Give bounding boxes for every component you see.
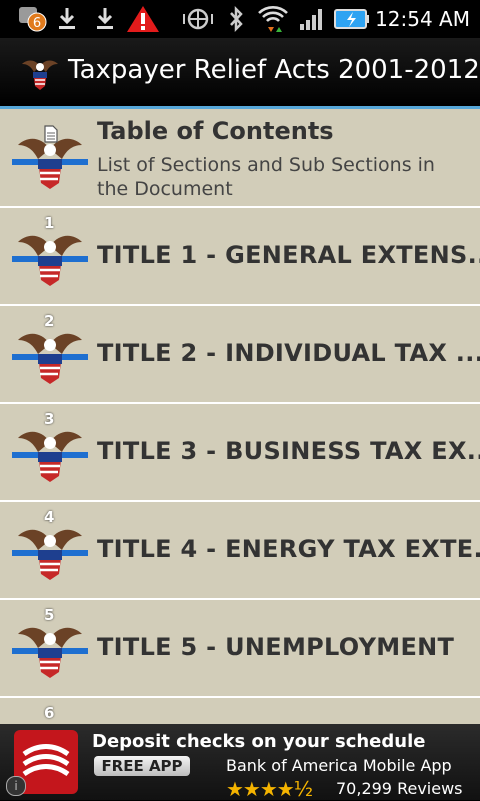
ad-advertiser: Bank of America Mobile App (226, 756, 452, 775)
section-title: TITLE 3 - BUSINESS TAX EX... (97, 437, 480, 465)
section-number: 2 (44, 312, 55, 330)
section-title: TITLE 4 - ENERGY TAX EXTE... (97, 535, 480, 563)
app-bar: Taxpayer Relief Acts 2001-2012 (0, 38, 480, 109)
toc-subtitle: List of Sections and Sub Sections in the… (97, 154, 435, 200)
notification-badge-icon: 6 (18, 6, 48, 32)
sections-list[interactable]: Table of Contents List of Sections and S… (0, 109, 480, 724)
list-item-table-of-contents[interactable]: Table of Contents List of Sections and S… (0, 109, 480, 208)
notification-count: 6 (33, 16, 41, 31)
signal-icon (298, 6, 326, 32)
section-number: 6 (44, 704, 55, 722)
battery-charging-icon (334, 6, 370, 32)
ad-review-count: 70,299 Reviews (336, 779, 463, 798)
section-number: 4 (44, 508, 55, 526)
app-title: Taxpayer Relief Acts 2001-2012 (68, 55, 480, 85)
download-icon (56, 6, 78, 32)
section-number: 3 (44, 410, 55, 428)
bluetooth-icon (226, 6, 246, 32)
list-item-title-1[interactable]: 1 TITLE 1 - GENERAL EXTENS... (0, 208, 480, 306)
status-bar: 6 12:54 AM (0, 0, 480, 38)
ad-headline: Deposit checks on your schedule (92, 731, 426, 752)
clock: 12:54 AM (375, 7, 470, 31)
section-number: 1 (44, 214, 55, 232)
download-icon (94, 6, 116, 32)
list-item-title-4[interactable]: 4 TITLE 4 - ENERGY TAX EXTE... (0, 502, 480, 600)
list-item-title-6[interactable]: 6 (0, 698, 480, 724)
document-icon (44, 125, 58, 143)
rating-stars-icon: ★★★★½ (226, 777, 313, 801)
ad-banner[interactable]: i Deposit checks on your schedule FREE A… (0, 724, 480, 801)
section-title: TITLE 1 - GENERAL EXTENS... (97, 241, 480, 269)
warning-icon (126, 6, 160, 32)
wifi-icon (256, 6, 290, 32)
toc-title: Table of Contents (97, 117, 334, 145)
list-item-title-5[interactable]: 5 TITLE 5 - UNEMPLOYMENT (0, 600, 480, 698)
vibrate-icon (180, 6, 216, 32)
eagle-logo-icon (20, 54, 60, 94)
section-number: 5 (44, 606, 55, 624)
section-title: TITLE 2 - INDIVIDUAL TAX ... (97, 339, 480, 367)
free-app-button[interactable]: FREE APP (94, 756, 190, 776)
ad-info-icon[interactable]: i (6, 776, 26, 796)
section-title: TITLE 5 - UNEMPLOYMENT (97, 633, 455, 661)
list-item-title-3[interactable]: 3 TITLE 3 - BUSINESS TAX EX... (0, 404, 480, 502)
list-item-title-2[interactable]: 2 TITLE 2 - INDIVIDUAL TAX ... (0, 306, 480, 404)
